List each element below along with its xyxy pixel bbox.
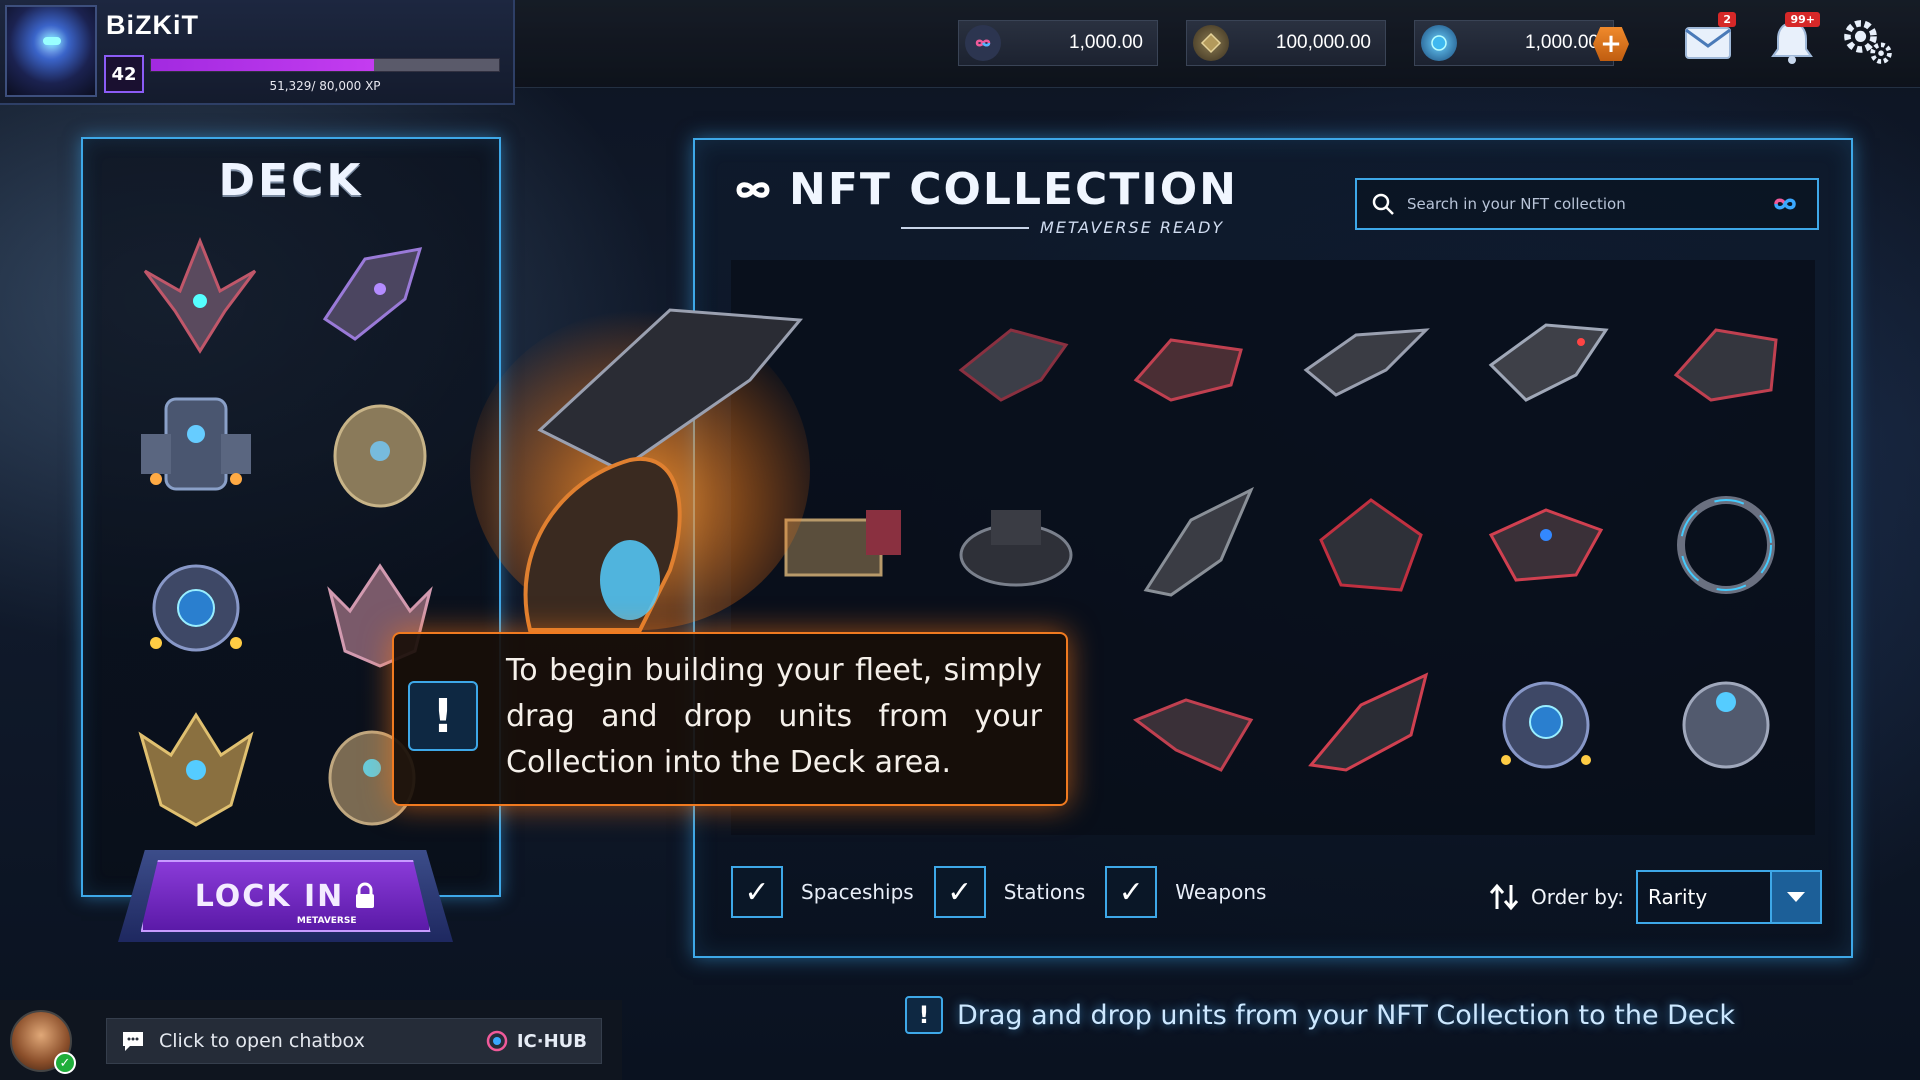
collection-spaceship-icon[interactable] [941, 300, 1081, 430]
nft-collection-panel[interactable]: NFT COLLECTION METAVERSE READY Search in… [693, 138, 1853, 958]
ic-hub-link[interactable]: IC·HUB [485, 1029, 587, 1053]
collection-spaceship-icon[interactable] [1121, 300, 1261, 430]
order-by-select[interactable]: Rarity [1636, 870, 1823, 924]
lock-in-button-face: LOCK IN METAVERSE [140, 860, 431, 932]
deck-station-icon[interactable] [131, 379, 261, 509]
collection-spaceship-icon[interactable] [1301, 480, 1441, 610]
collection-spaceship-icon[interactable] [1126, 480, 1266, 610]
infinity-logo-icon [1774, 198, 1796, 210]
sort-arrows-icon [1489, 883, 1519, 911]
collection-station-icon[interactable] [946, 480, 1086, 610]
collection-spaceship-icon[interactable] [1476, 300, 1616, 430]
collection-station-icon[interactable] [1656, 660, 1796, 790]
online-check-icon: ✓ [54, 1052, 76, 1074]
weapons-checkbox[interactable]: ✓ [1105, 866, 1158, 918]
collection-title: NFT COLLECTION [725, 164, 1238, 215]
exclamation-icon: ! [408, 681, 478, 751]
stations-checkbox[interactable]: ✓ [933, 866, 986, 918]
mail-badge: 2 [1718, 12, 1736, 27]
collection-spaceship-icon[interactable] [1656, 300, 1796, 430]
subtitle-divider [901, 227, 1029, 229]
order-by-value: Rarity [1648, 885, 1708, 909]
currency-crystal: 1,000.00 + [1414, 20, 1629, 66]
currency-value: 1,000.00 [1525, 32, 1599, 53]
gold-coin-icon [1193, 25, 1229, 61]
deck-station-icon[interactable] [315, 391, 445, 521]
search-icon [1372, 193, 1394, 215]
filter-group: ✓ Spaceships ✓ Stations ✓ Weapons [731, 866, 1270, 918]
chat-bar: ✓ Click to open chatbox IC·HUB [0, 1000, 622, 1080]
chatbox-label: Click to open chatbox [159, 1030, 365, 1052]
infinity-icon [736, 181, 770, 198]
order-by: Order by: Rarity [1489, 870, 1823, 924]
collection-search[interactable] [1355, 178, 1819, 230]
deck-station-icon[interactable] [131, 543, 261, 673]
drag-hint: ! Drag and drop units from your NFT Coll… [905, 996, 1735, 1034]
xp-text: 51,329/ 80,000 XP [269, 79, 381, 93]
player-name: BiZKiT [106, 10, 199, 40]
currency-value: 100,000.00 [1275, 32, 1371, 53]
chatbox-button[interactable]: Click to open chatbox IC·HUB [106, 1018, 602, 1064]
order-by-label: Order by: [1531, 885, 1625, 909]
crystal-gem-icon [1421, 25, 1457, 61]
xp-bar [150, 58, 500, 72]
deck-spaceship-icon[interactable] [305, 229, 435, 359]
collection-title-text: NFT COLLECTION [789, 164, 1238, 215]
ic-hub-label: IC·HUB [516, 1030, 587, 1052]
tooltip-text: To begin building your fleet, simply dra… [506, 653, 1042, 780]
currency-gold: 100,000.00 [1186, 20, 1386, 66]
settings-button[interactable] [1840, 14, 1896, 70]
collection-weapon-icon[interactable] [1476, 480, 1616, 610]
filter-spaceships[interactable]: ✓ Spaceships [731, 866, 914, 918]
collection-spaceship-icon[interactable] [1301, 660, 1441, 790]
deck-spaceship-icon[interactable] [131, 705, 261, 835]
search-input[interactable] [1407, 195, 1755, 213]
filter-stations[interactable]: ✓ Stations [933, 866, 1086, 918]
level-badge: 42 [104, 55, 144, 93]
lock-in-button[interactable]: LOCK IN METAVERSE [118, 850, 453, 942]
lock-in-label: LOCK IN [194, 878, 345, 914]
deck-spaceship-icon[interactable] [135, 231, 265, 361]
currency-value: 1,000.00 [1069, 32, 1143, 53]
player-profile[interactable]: BiZKiT 42 51,329/ 80,000 XP [0, 0, 515, 105]
chevron-down-icon [1787, 892, 1806, 902]
lock-in-sub-label: METAVERSE [296, 916, 357, 926]
padlock-icon [356, 882, 375, 908]
ic-hub-logo-icon [486, 1030, 508, 1052]
hint-text: Drag and drop units from your NFT Collec… [957, 999, 1736, 1031]
add-currency-button[interactable]: + [1593, 27, 1629, 61]
dragged-unit-icon[interactable] [470, 270, 850, 640]
filter-weapons[interactable]: ✓ Weapons [1105, 866, 1266, 918]
mail-button[interactable]: 2 [1680, 12, 1736, 70]
collection-weapon-icon[interactable] [1296, 300, 1436, 430]
collection-station-icon[interactable] [1656, 480, 1796, 610]
mail-icon [1685, 27, 1731, 59]
filter-label: Stations [1003, 880, 1086, 904]
chat-bubble-icon [123, 1032, 143, 1051]
filter-label: Weapons [1175, 880, 1267, 904]
player-avatar[interactable] [5, 5, 97, 97]
collection-spaceship-icon[interactable] [1126, 660, 1266, 790]
deck-title: DECK [218, 155, 364, 206]
currency-infinity: 1,000.00 [958, 20, 1158, 66]
collection-station-icon[interactable] [1476, 660, 1616, 790]
spaceships-checkbox[interactable]: ✓ [731, 866, 783, 918]
tutorial-tooltip: ! To begin building your fleet, simply d… [392, 632, 1068, 806]
exclamation-icon: ! [905, 996, 943, 1034]
notifications-button[interactable]: 99+ [1764, 12, 1820, 70]
notifications-badge: 99+ [1785, 12, 1820, 27]
infinity-token-icon [965, 25, 1001, 61]
filter-label: Spaceships [801, 880, 914, 904]
dropdown-toggle[interactable] [1770, 872, 1821, 922]
gear-icon [1844, 20, 1892, 64]
collection-subtitle: METAVERSE READY [1040, 218, 1225, 237]
xp-bar-fill [151, 59, 374, 71]
